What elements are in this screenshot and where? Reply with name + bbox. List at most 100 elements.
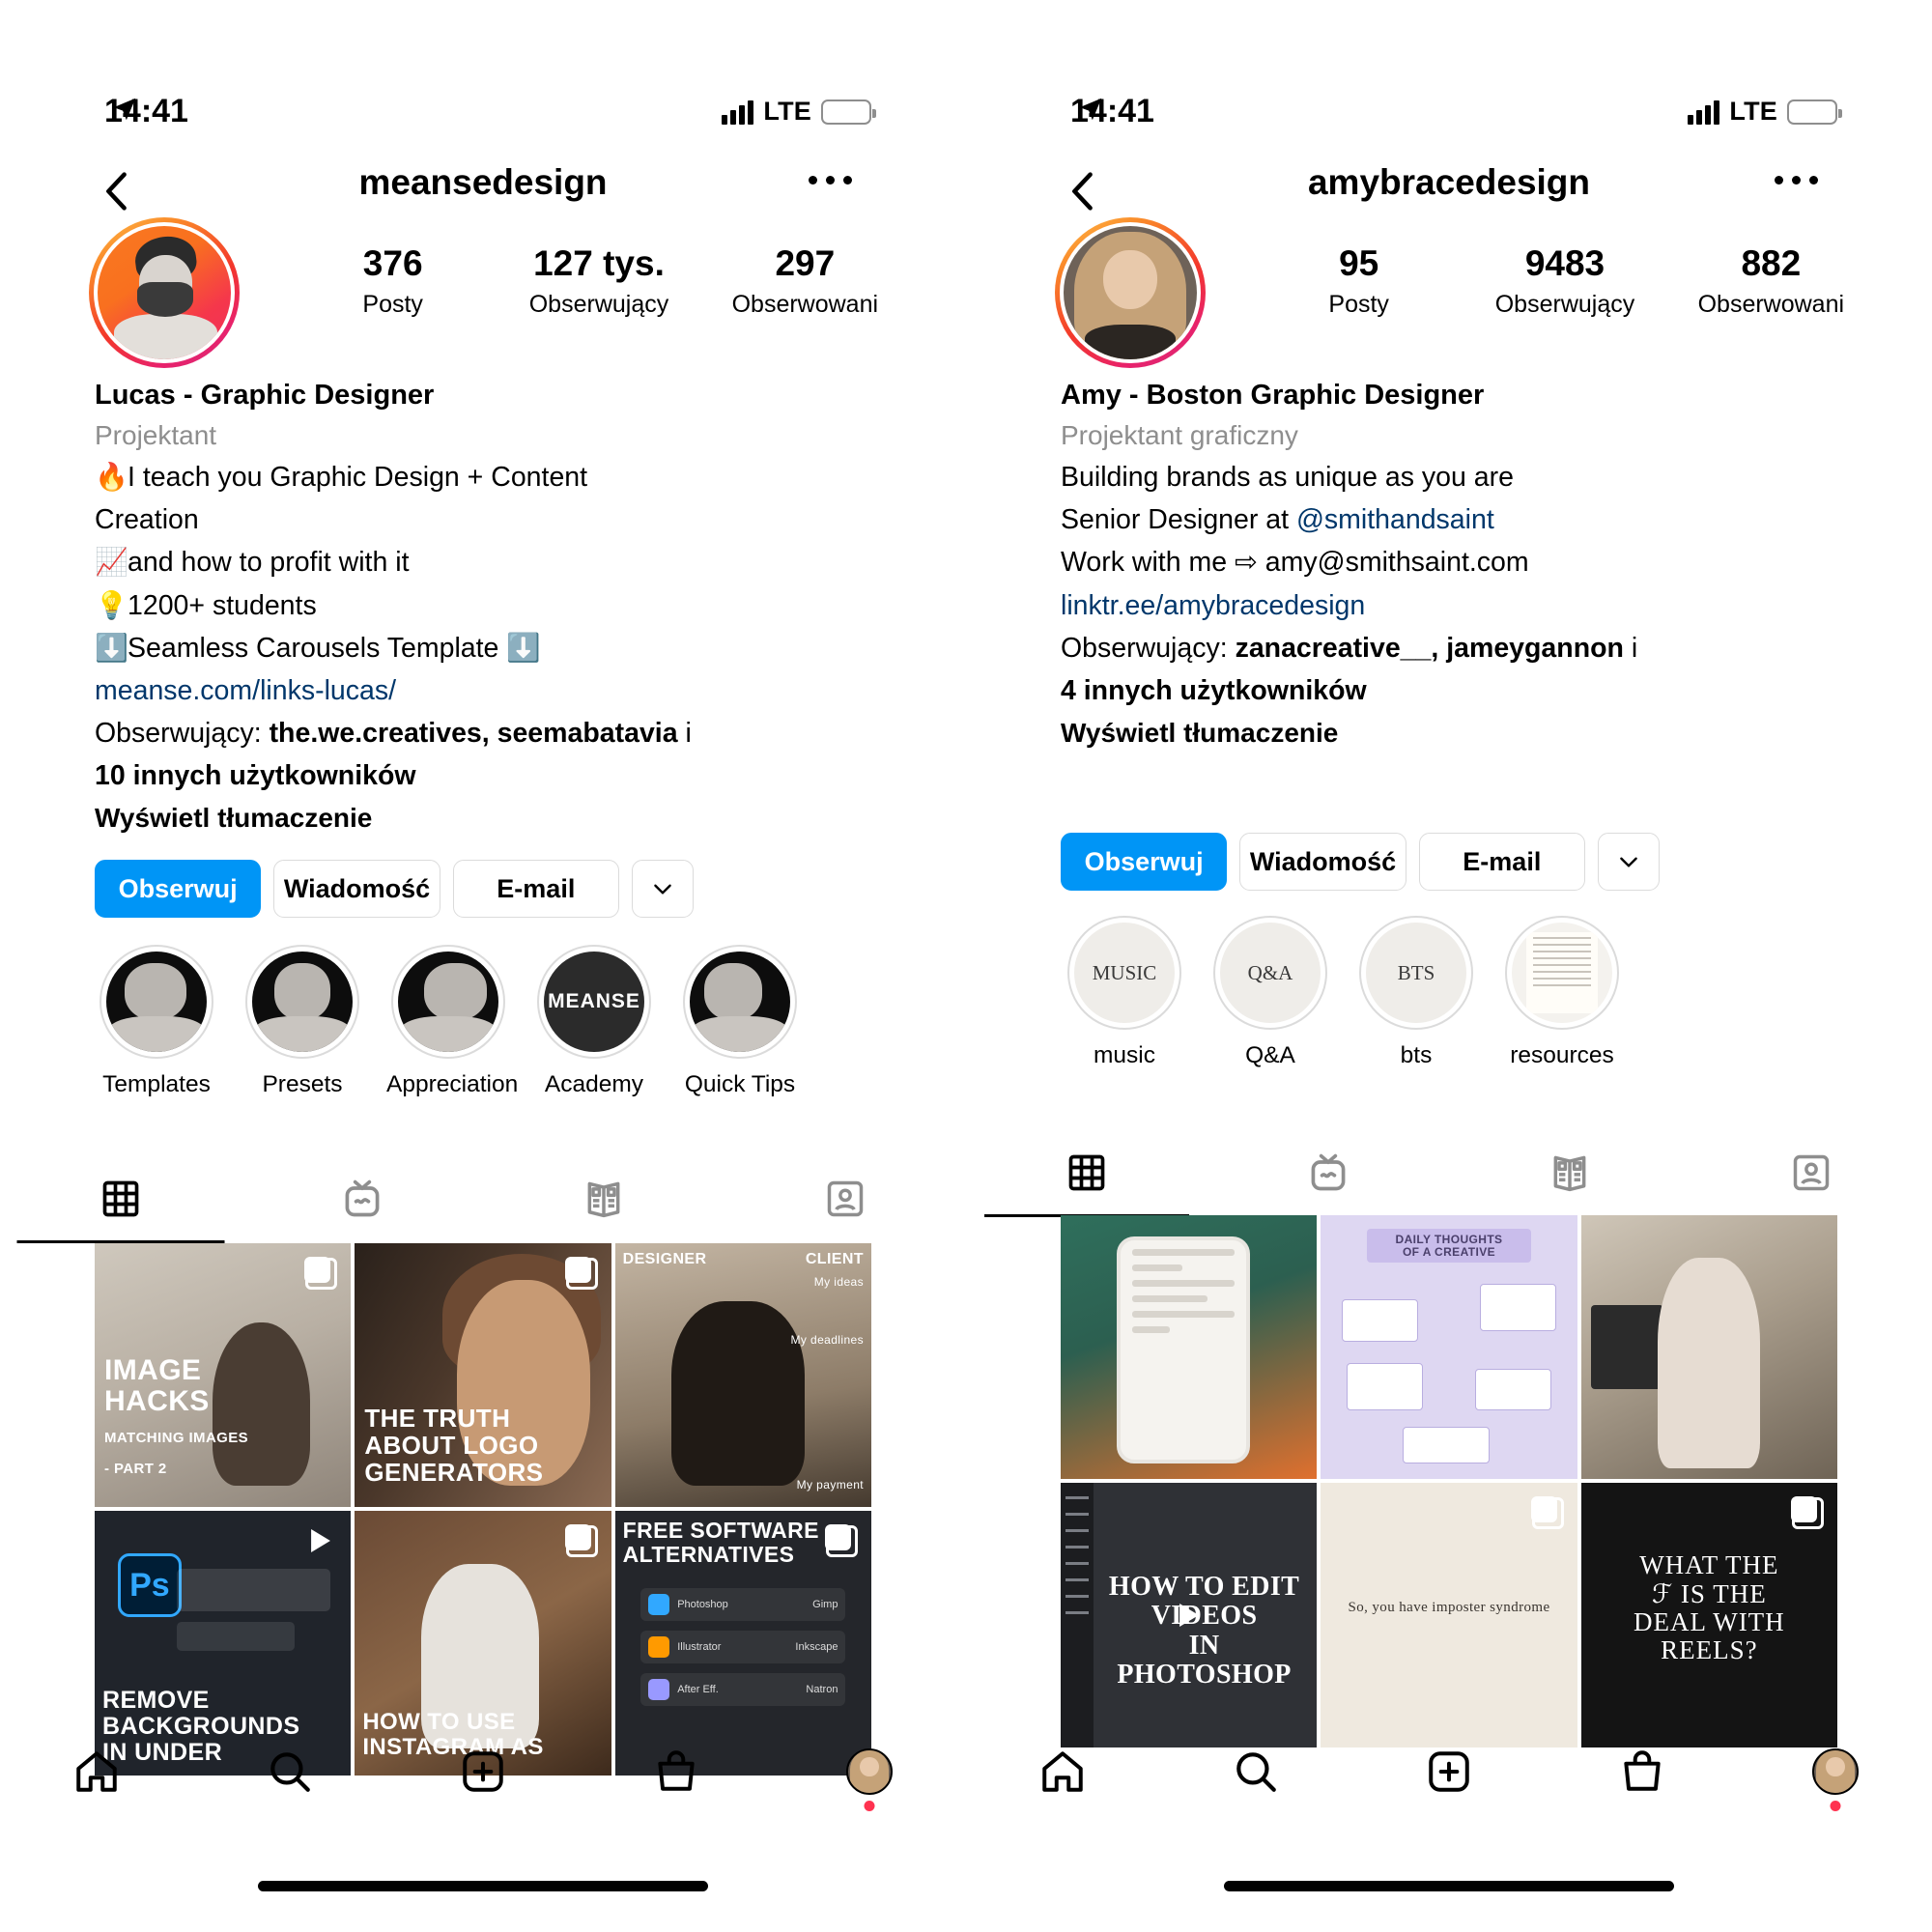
highlight-item[interactable]: MEANSE Academy — [532, 945, 656, 1098]
profile-tab[interactable] — [773, 1748, 966, 1811]
highlight-item[interactable]: resources — [1500, 916, 1624, 1069]
notification-dot — [1830, 1801, 1841, 1811]
home-tab[interactable] — [966, 1747, 1159, 1796]
follow-button[interactable]: Obserwuj — [1061, 833, 1228, 891]
bio-text: I teach you Graphic Design + Content Cre… — [95, 462, 588, 536]
igtv-tab[interactable] — [242, 1154, 483, 1243]
create-tab[interactable] — [386, 1747, 580, 1796]
guides-tab[interactable] — [483, 1154, 724, 1243]
profile-header: 95 Posty 9483 Obserwujący 882 Obserwowan… — [966, 217, 1932, 372]
more-horizontal-icon[interactable] — [809, 176, 852, 185]
highlight-item[interactable]: MUSIC music — [1063, 916, 1186, 1069]
highlight-label: Academy — [544, 1071, 644, 1097]
highlight-item[interactable]: Q&A Q&A — [1208, 916, 1332, 1069]
stat-label: Obserwujący — [528, 290, 669, 318]
home-indicator — [258, 1881, 708, 1891]
home-tab[interactable] — [0, 1747, 193, 1796]
bio-line: Work with me ⇨ amy@smithsaint.com — [1061, 541, 1660, 583]
email-button[interactable]: E-mail — [1418, 833, 1585, 891]
profile-stats: 376 Posty 127 tys. Obserwujący 297 Obser… — [290, 243, 908, 319]
post-tile[interactable]: THE TRUTH ABOUT LOGO GENERATORS — [355, 1243, 611, 1508]
location-arrow-icon — [1076, 95, 1105, 130]
igtv-tab[interactable] — [1208, 1128, 1449, 1217]
stat-label: Obserwujący — [1494, 290, 1635, 318]
stat-label: Obserwowani — [731, 290, 879, 318]
stat-posts[interactable]: 95 Posty — [1256, 243, 1462, 319]
grid-tab[interactable] — [0, 1154, 242, 1243]
stat-value: 882 — [1741, 243, 1802, 283]
followed-by-row[interactable]: Obserwujący: zanacreative__, jameygannon… — [1061, 627, 1660, 712]
profile-avatar[interactable] — [89, 217, 240, 368]
highlight-label: Appreciation — [386, 1071, 519, 1097]
network-label: LTE — [1729, 97, 1777, 126]
message-button[interactable]: Wiadomość — [273, 860, 440, 918]
carousel-indicator-icon — [564, 1524, 598, 1558]
post-tile[interactable]: WHAT THE ℱ IS THE DEAL WITH REELS? — [1580, 1483, 1837, 1747]
tagged-person-tab[interactable] — [1690, 1128, 1932, 1217]
post-tile[interactable] — [1580, 1215, 1837, 1480]
followed-by-names: the.we.creatives, seemabatavia — [269, 718, 678, 750]
profile-avatar[interactable] — [1055, 217, 1206, 368]
profile-tab[interactable] — [1739, 1748, 1932, 1811]
bulb-emoji-icon: 💡 — [95, 589, 128, 620]
stat-posts[interactable]: 376 Posty — [290, 243, 496, 319]
post-tile[interactable] — [1061, 1215, 1318, 1480]
stat-followers[interactable]: 9483 Obserwujący — [1462, 243, 1667, 319]
follow-button[interactable]: Obserwuj — [95, 860, 262, 918]
battery-low-power-icon — [1787, 99, 1842, 125]
shop-tab[interactable] — [580, 1747, 773, 1796]
highlight-item[interactable]: Presets — [241, 945, 364, 1098]
bio-link[interactable]: linktr.ee/amybracedesign — [1061, 590, 1365, 621]
more-horizontal-icon[interactable] — [1775, 176, 1818, 185]
profile-category: Projektant — [95, 420, 217, 451]
create-tab[interactable] — [1352, 1747, 1546, 1796]
more-options-button[interactable] — [1597, 833, 1660, 891]
post-tile[interactable]: IMAGE HACKS MATCHING IMAGES - PART 2 — [95, 1243, 352, 1508]
post-tile[interactable]: So, you have imposter syndrome — [1321, 1483, 1577, 1747]
bottom-navigation — [966, 1725, 1932, 1818]
followed-by-prefix: Obserwujący: — [1061, 632, 1236, 664]
view-translation-button[interactable]: Wyświetl tłumaczenie — [1061, 712, 1660, 753]
highlight-item[interactable]: Appreciation — [386, 945, 519, 1098]
profile-category: Projektant graficzny — [1061, 420, 1298, 451]
bio-line: 🔥I teach you Graphic Design + Content Cr… — [95, 456, 694, 541]
grid-tab[interactable] — [966, 1128, 1208, 1217]
dual-screenshot-comparison: 14:41 LTE meansedesign 376 Posty 127 tys… — [0, 0, 1932, 1932]
highlight-cover-text: Q&A — [1247, 960, 1293, 984]
bio-text: Work with me ⇨ amy@smithsaint.com — [1061, 547, 1529, 579]
followed-by-row[interactable]: Obserwujący: the.we.creatives, seemabata… — [95, 712, 694, 797]
bio-line: Building brands as unique as you are — [1061, 456, 1660, 498]
post-tile[interactable]: DESIGNER CLIENT My ideas My deadlines My… — [614, 1243, 871, 1508]
post-tile[interactable]: HOW TO EDIT VIDEOS IN PHOTOSHOP — [1061, 1483, 1318, 1747]
message-button[interactable]: Wiadomość — [1239, 833, 1406, 891]
shop-tab[interactable] — [1546, 1747, 1739, 1796]
search-tab[interactable] — [193, 1747, 386, 1796]
signal-bars-icon — [722, 99, 754, 125]
stat-followers[interactable]: 127 tys. Obserwujący — [496, 243, 701, 319]
followed-by-more: 4 innych użytkowników — [1061, 674, 1367, 706]
followed-by-prefix: Obserwujący: — [95, 718, 270, 750]
post-tile[interactable]: DAILY THOUGHTS OF A CREATIVE — [1321, 1215, 1577, 1480]
bio-line: Senior Designer at @smithandsaint — [1061, 504, 1494, 536]
stat-following[interactable]: 882 Obserwowani — [1668, 243, 1874, 319]
highlight-item[interactable]: Quick Tips — [678, 945, 802, 1098]
search-tab[interactable] — [1159, 1747, 1352, 1796]
highlight-label: bts — [1400, 1042, 1433, 1068]
tagged-person-tab[interactable] — [724, 1154, 966, 1243]
highlight-item[interactable]: BTS bts — [1354, 916, 1478, 1069]
profile-stats: 95 Posty 9483 Obserwujący 882 Obserwowan… — [1256, 243, 1874, 319]
bio-link[interactable]: meanse.com/links-lucas/ — [95, 675, 396, 706]
view-translation-button[interactable]: Wyświetl tłumaczenie — [95, 797, 694, 838]
mention-link[interactable]: @smithandsaint — [1296, 504, 1494, 535]
highlight-label: Quick Tips — [684, 1071, 796, 1097]
status-bar: 14:41 LTE — [966, 93, 1932, 151]
profile-header: 376 Posty 127 tys. Obserwujący 297 Obser… — [0, 217, 966, 372]
profile-avatar-icon — [846, 1748, 893, 1795]
stat-following[interactable]: 297 Obserwowani — [702, 243, 908, 319]
stat-value: 9483 — [1524, 243, 1605, 283]
highlight-item[interactable]: Templates — [95, 945, 218, 1098]
more-options-button[interactable] — [631, 860, 694, 918]
guides-tab[interactable] — [1449, 1128, 1690, 1217]
email-button[interactable]: E-mail — [452, 860, 619, 918]
bio-line: 📈and how to profit with it — [95, 541, 694, 583]
